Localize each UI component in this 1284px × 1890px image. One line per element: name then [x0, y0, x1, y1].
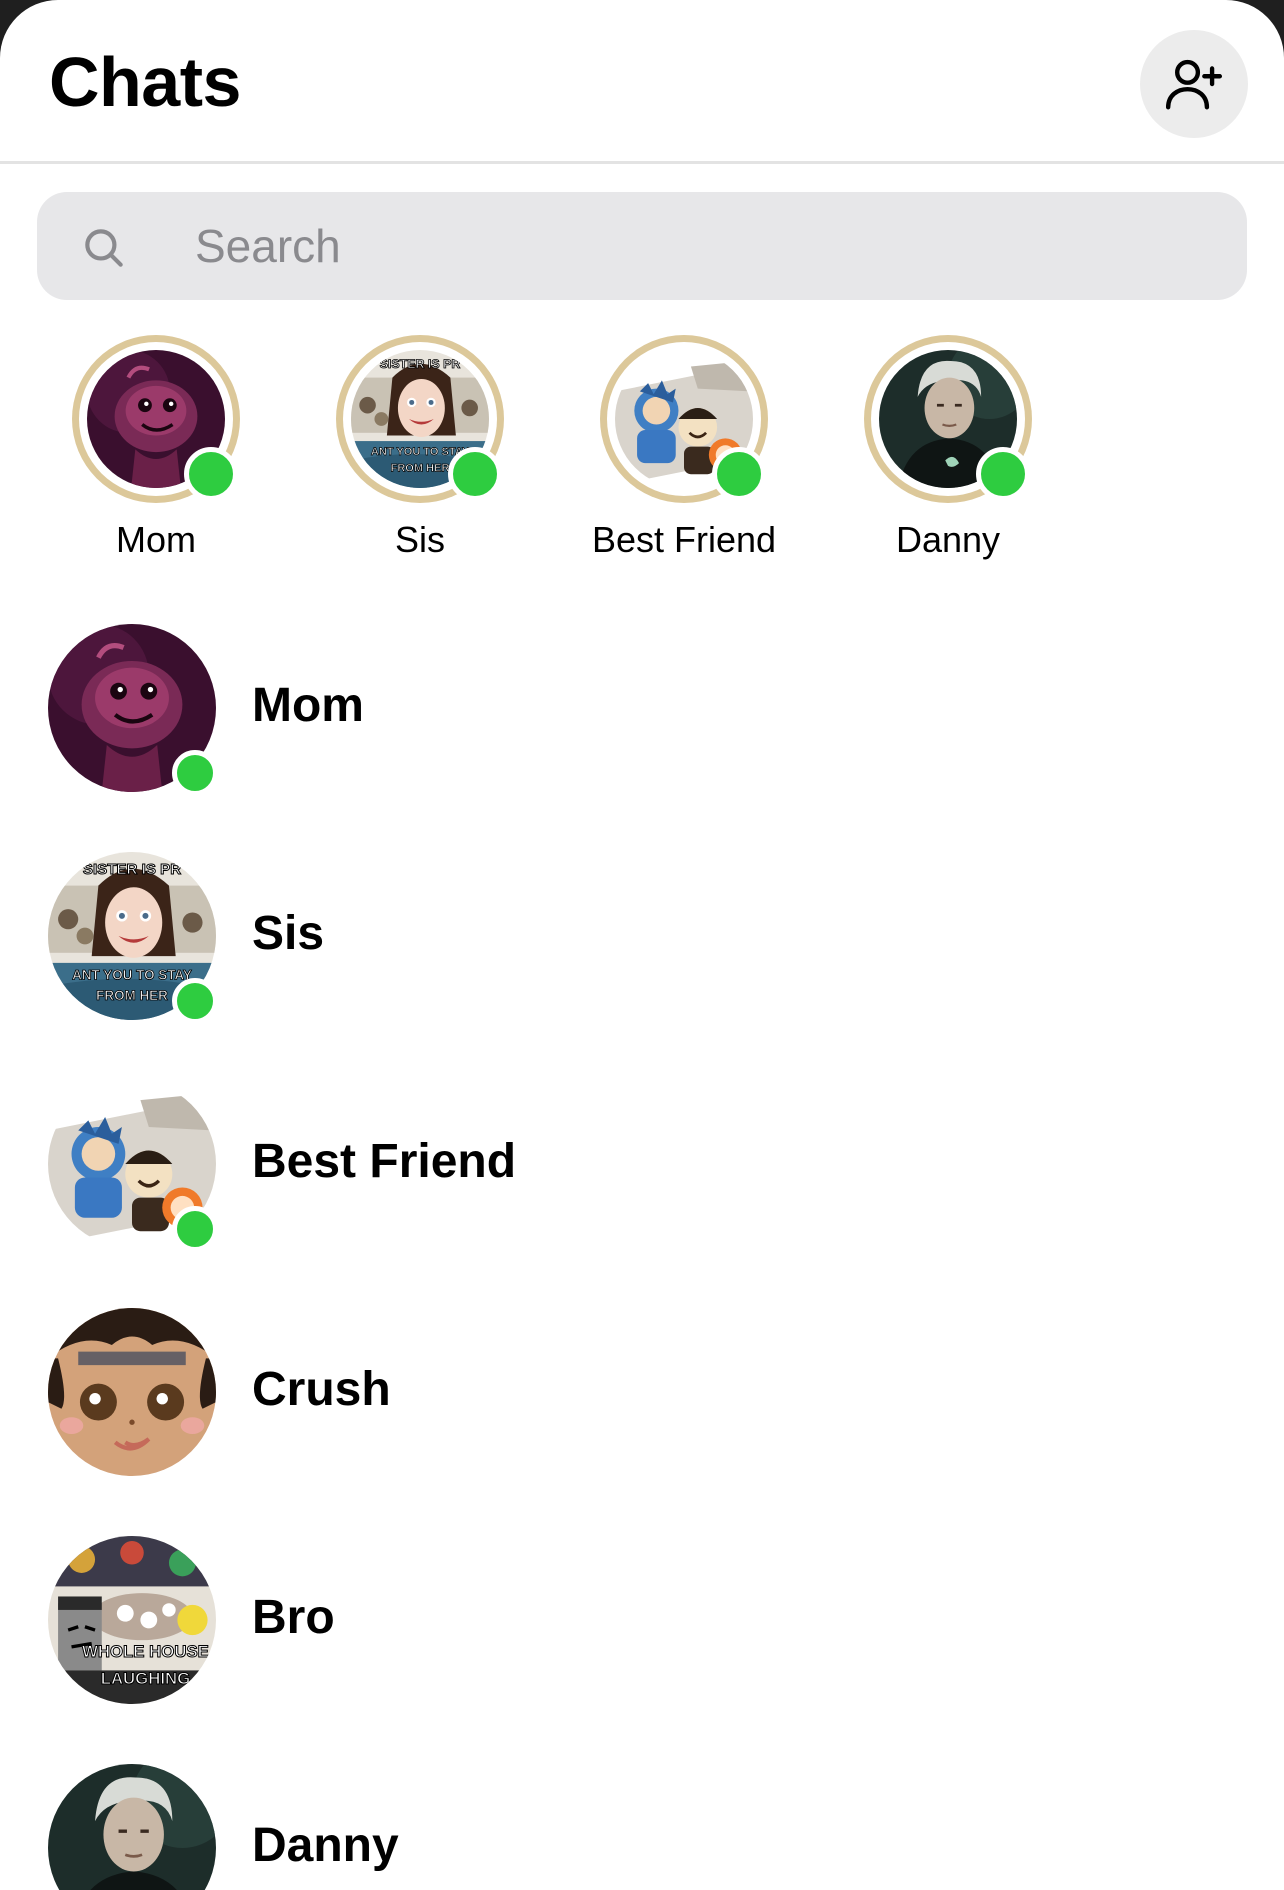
- online-indicator: [172, 978, 218, 1024]
- chat-name: Crush: [252, 1363, 391, 1416]
- stories-row: Mom Sis Best Friend Danny: [0, 335, 1284, 575]
- story-name: Danny: [895, 519, 1001, 560]
- story-ring: [72, 335, 240, 503]
- avatar: [48, 1764, 216, 1890]
- search-icon: [79, 222, 129, 272]
- online-indicator: [184, 447, 238, 501]
- chat-name: Sis: [252, 907, 325, 960]
- chat-name: Mom: [252, 679, 364, 732]
- chats-header: Chats: [0, 0, 1284, 164]
- chat-row-mom[interactable]: Mom: [0, 614, 1284, 842]
- page-title: Chats: [49, 43, 241, 121]
- story-name: Mom: [116, 519, 196, 560]
- search-input[interactable]: [155, 192, 1205, 300]
- story-ring: [600, 335, 768, 503]
- online-indicator: [172, 1206, 218, 1252]
- chat-row-crush[interactable]: Crush: [0, 1298, 1284, 1526]
- online-indicator: [448, 447, 502, 501]
- person-add-icon: [1165, 59, 1223, 110]
- chat-name: Bro: [252, 1591, 335, 1644]
- online-indicator: [172, 750, 218, 796]
- story-name: Sis: [394, 519, 445, 560]
- search-bar[interactable]: [37, 192, 1247, 300]
- add-contact-button[interactable]: [1140, 30, 1248, 138]
- chat-name: Danny: [252, 1819, 399, 1872]
- online-indicator: [976, 447, 1030, 501]
- story-name: Best Friend: [591, 519, 777, 560]
- chat-row-danny[interactable]: Danny: [0, 1754, 1284, 1890]
- avatar: [48, 1536, 216, 1704]
- online-indicator: [712, 447, 766, 501]
- chat-row-bro[interactable]: Bro: [0, 1526, 1284, 1754]
- story-ring: [336, 335, 504, 503]
- story-ring: [864, 335, 1032, 503]
- chats-screen: Chats Search Mom Sis Best Friend Danny M…: [0, 0, 1284, 1890]
- chat-row-sis[interactable]: Sis: [0, 842, 1284, 1070]
- story-danny[interactable]: Danny: [828, 335, 1068, 575]
- avatar: [48, 1308, 216, 1476]
- story-sis[interactable]: Sis: [300, 335, 540, 575]
- story-best-friend[interactable]: Best Friend: [564, 335, 804, 575]
- story-mom[interactable]: Mom: [36, 335, 276, 575]
- chat-row-best-friend[interactable]: Best Friend: [0, 1070, 1284, 1298]
- chat-name: Best Friend: [252, 1135, 517, 1188]
